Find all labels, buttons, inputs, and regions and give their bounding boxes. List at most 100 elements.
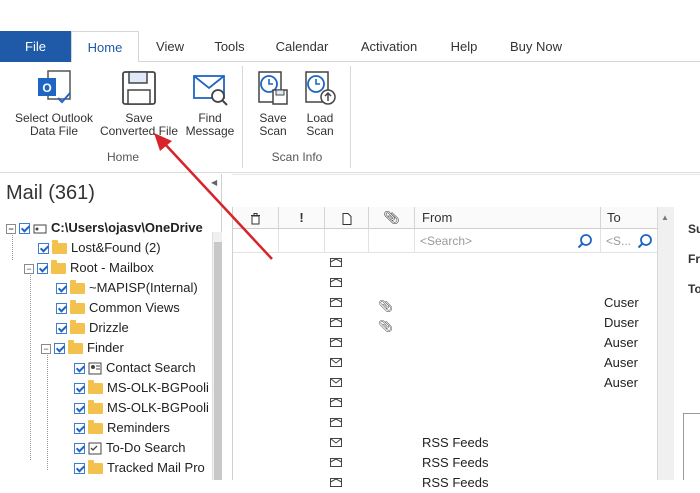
checkbox-checked[interactable] (56, 283, 67, 295)
column-to[interactable]: To (601, 207, 657, 229)
checkbox-checked[interactable] (54, 343, 65, 355)
email-row[interactable]: RSS Feeds (233, 433, 657, 453)
group-label-scan-info: Scan Info (271, 150, 323, 164)
select-outlook-data-file-button[interactable]: O Select Outlook Data File (8, 68, 100, 138)
tree-item-label: Lost&Found (2) (71, 240, 161, 255)
column-item-type[interactable] (325, 207, 369, 229)
save-scan-button[interactable]: Save Scan (252, 68, 294, 138)
tree-item-label: MS-OLK-BGPooli (107, 380, 209, 395)
tree-item-label: Contact Search (106, 360, 196, 375)
tree-item-tracked-mail[interactable]: Tracked Mail Pro (74, 458, 205, 478)
search-to-input[interactable]: <S... (601, 229, 657, 253)
group-label-home: Home (106, 150, 139, 164)
envelope-open-icon (330, 258, 342, 267)
checkbox-checked[interactable] (19, 223, 30, 235)
svg-text:O: O (42, 81, 51, 95)
envelope-icon (330, 358, 342, 367)
envelope-open-icon (330, 338, 342, 347)
tree-item-root-mailbox[interactable]: − Root - Mailbox (24, 258, 154, 278)
email-to-cell: Auser (604, 335, 638, 350)
preview-body (683, 413, 700, 480)
tab-activation[interactable]: Activation (354, 31, 424, 62)
save-scan-label-2: Scan (259, 124, 287, 138)
email-row[interactable]: Auser (233, 373, 657, 393)
email-row[interactable]: 📎︎ Cuser (233, 293, 657, 313)
tree-item-mapisp[interactable]: ~MAPISP(Internal) (56, 278, 198, 298)
scroll-up-icon[interactable]: ▲ (661, 213, 669, 222)
load-scan-label-2: Scan (306, 124, 334, 138)
load-scan-button[interactable]: Load Scan (298, 68, 342, 138)
email-from-cell: RSS Feeds (422, 475, 489, 490)
email-row[interactable]: Auser (233, 333, 657, 353)
tree-item-todo-search[interactable]: To-Do Search (74, 438, 185, 458)
folder-tree: − C:\Users\ojasv\OneDrive Lost&Found (2) … (0, 218, 212, 480)
column-importance[interactable]: ! (279, 207, 325, 229)
email-row[interactable]: RSS Feeds (233, 473, 657, 493)
tree-item-root-pst[interactable]: − C:\Users\ojasv\OneDrive (6, 218, 203, 238)
email-row[interactable]: 📎︎ Duser (233, 313, 657, 333)
checkbox-checked[interactable] (74, 463, 85, 475)
save-converted-file-button[interactable]: Save Converted File (96, 68, 182, 138)
tree-item-reminders[interactable]: Reminders (74, 418, 170, 438)
search-cell-empty (325, 229, 369, 253)
column-attachment[interactable]: 📎︎ (369, 207, 415, 229)
search-from-input[interactable]: <Search> (415, 229, 601, 253)
checkbox-checked[interactable] (37, 263, 48, 275)
email-row[interactable] (233, 393, 657, 413)
tree-item-lost-found[interactable]: Lost&Found (2) (38, 238, 161, 258)
preview-subject-label: Su (688, 222, 700, 236)
document-icon (342, 212, 351, 225)
email-row[interactable] (233, 413, 657, 433)
search-cell-empty (233, 229, 279, 253)
email-row[interactable] (233, 273, 657, 293)
tree-scrollbar-thumb[interactable] (214, 242, 222, 480)
email-row[interactable] (233, 253, 657, 273)
tree-item-ms-olk-1[interactable]: MS-OLK-BGPooli (74, 378, 209, 398)
collapse-toggle-icon[interactable]: − (24, 263, 34, 274)
tree-item-label: Reminders (107, 420, 170, 435)
search-icon[interactable] (637, 233, 653, 249)
folder-icon (70, 320, 85, 335)
tree-item-contact-search[interactable]: Contact Search (74, 358, 196, 378)
column-from[interactable]: From (415, 207, 601, 229)
tab-help[interactable]: Help (444, 31, 484, 62)
tab-file[interactable]: File (0, 31, 71, 62)
checkbox-checked[interactable] (56, 323, 67, 335)
collapse-panel-icon[interactable]: ◀ (211, 178, 217, 187)
email-row[interactable]: RSS Feeds (233, 453, 657, 473)
contact-card-icon (88, 362, 102, 375)
tree-item-drizzle[interactable]: Drizzle (56, 318, 129, 338)
importance-icon: ! (299, 210, 304, 225)
checkbox-checked[interactable] (38, 243, 49, 255)
tree-item-finder[interactable]: − Finder (41, 338, 124, 358)
collapse-toggle-icon[interactable]: − (6, 223, 16, 234)
checkbox-checked[interactable] (74, 383, 85, 395)
collapse-toggle-icon[interactable]: − (41, 343, 51, 354)
grid-scrollbar[interactable]: ▲ (657, 207, 674, 480)
tree-item-label: Common Views (89, 300, 180, 315)
email-row[interactable]: Auser (233, 353, 657, 373)
tree-item-common-views[interactable]: Common Views (56, 298, 180, 318)
checkbox-checked[interactable] (74, 363, 85, 375)
checkbox-checked[interactable] (74, 423, 85, 435)
todo-icon (88, 442, 102, 455)
tab-view[interactable]: View (150, 31, 190, 62)
email-to-cell: Duser (604, 315, 639, 330)
tab-home[interactable]: Home (71, 31, 139, 63)
tree-item-ms-olk-2[interactable]: MS-OLK-BGPooli (74, 398, 209, 418)
checkbox-checked[interactable] (56, 303, 67, 315)
find-message-button[interactable]: Find Message (184, 68, 236, 138)
paperclip-icon: 📎︎ (383, 210, 400, 225)
email-list-grid: ! 📎︎ From To <Search> <S... 📎︎ Cuser 📎︎ Dus… (232, 207, 674, 490)
search-icon[interactable] (577, 233, 593, 249)
tab-calendar[interactable]: Calendar (270, 31, 334, 62)
tab-tools[interactable]: Tools (207, 31, 252, 62)
email-from-cell: RSS Feeds (422, 455, 489, 470)
tab-buy-now[interactable]: Buy Now (502, 31, 570, 62)
tree-scrollbar[interactable] (212, 232, 222, 480)
mail-folder-panel: Mail (361) ◀ − C:\Users\ojasv\OneDrive Lo… (0, 174, 222, 480)
checkbox-checked[interactable] (74, 403, 85, 415)
checkbox-checked[interactable] (74, 443, 85, 455)
ribbon-tab-bar: File Home View Tools Calendar Activation… (0, 0, 700, 63)
column-delete[interactable] (233, 207, 279, 229)
